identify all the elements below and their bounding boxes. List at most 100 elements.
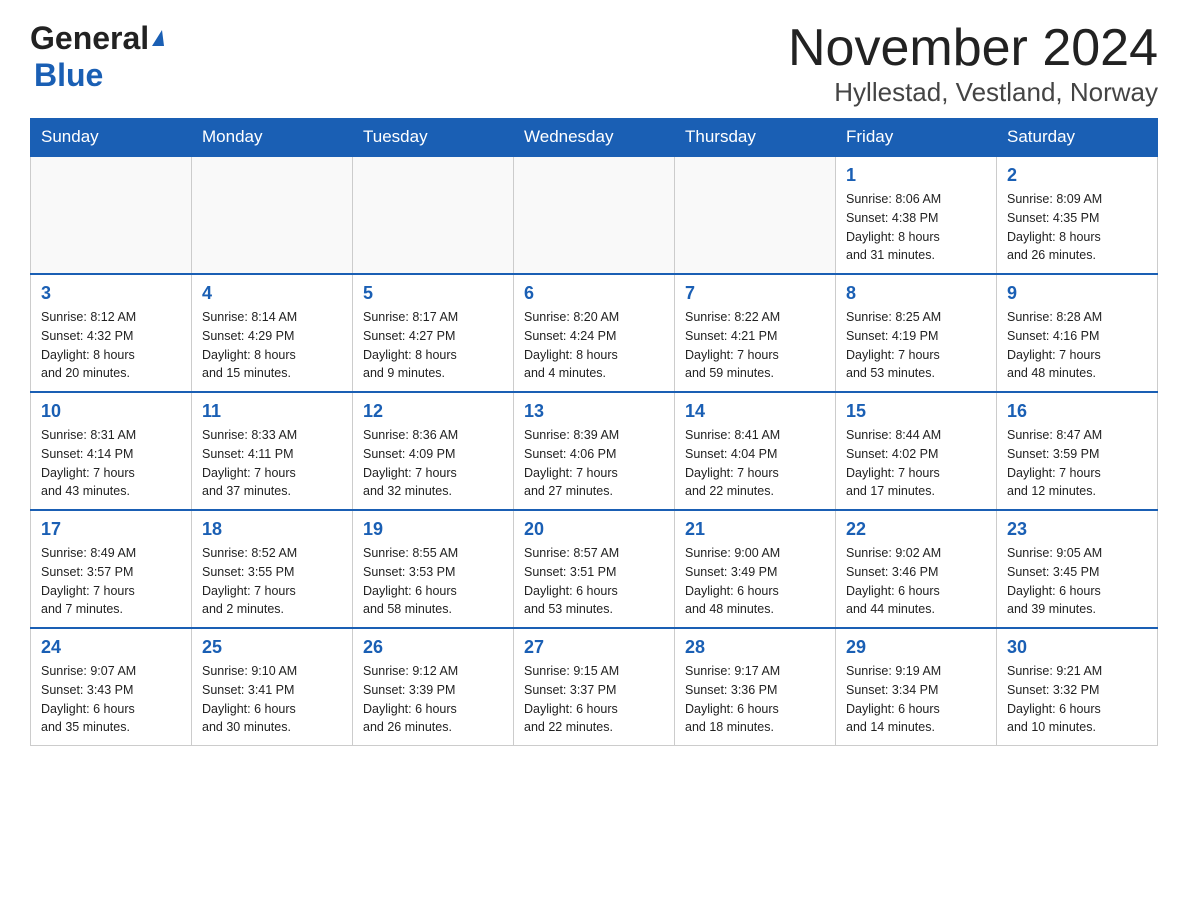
calendar-cell: 1 Sunrise: 8:06 AMSunset: 4:38 PMDaylight… xyxy=(836,156,997,274)
day-info: Sunrise: 8:12 AMSunset: 4:32 PMDaylight:… xyxy=(41,308,181,383)
calendar-cell: 5Sunrise: 8:17 AMSunset: 4:27 PMDaylight… xyxy=(353,274,514,392)
day-header-tuesday: Tuesday xyxy=(353,119,514,157)
day-info: Sunrise: 8:39 AMSunset: 4:06 PMDaylight:… xyxy=(524,426,664,501)
day-info: Sunrise: 9:15 AMSunset: 3:37 PMDaylight:… xyxy=(524,662,664,737)
day-number: 4 xyxy=(202,283,342,304)
calendar-cell: 23 Sunrise: 9:05 AMSunset: 3:45 PMDayligh… xyxy=(997,510,1158,628)
day-info: Sunrise: 8:31 AMSunset: 4:14 PMDaylight:… xyxy=(41,426,181,501)
day-number: 30 xyxy=(1007,637,1147,658)
calendar-cell: 30Sunrise: 9:21 AMSunset: 3:32 PMDayligh… xyxy=(997,628,1158,746)
calendar-cell xyxy=(31,156,192,274)
day-number: 13 xyxy=(524,401,664,422)
logo-triangle-icon xyxy=(152,30,164,46)
calendar-cell: 7 Sunrise: 8:22 AMSunset: 4:21 PMDaylight… xyxy=(675,274,836,392)
calendar-cell: 4 Sunrise: 8:14 AMSunset: 4:29 PMDaylight… xyxy=(192,274,353,392)
day-number: 23 xyxy=(1007,519,1147,540)
day-number: 7 xyxy=(685,283,825,304)
day-number: 17 xyxy=(41,519,181,540)
day-info: Sunrise: 8:47 AMSunset: 3:59 PMDaylight:… xyxy=(1007,426,1147,501)
month-title: November 2024 xyxy=(788,20,1158,77)
calendar-cell: 28 Sunrise: 9:17 AMSunset: 3:36 PMDayligh… xyxy=(675,628,836,746)
calendar-cell: 9 Sunrise: 8:28 AMSunset: 4:16 PMDaylight… xyxy=(997,274,1158,392)
calendar-cell: 2 Sunrise: 8:09 AMSunset: 4:35 PMDaylight… xyxy=(997,156,1158,274)
day-info: Sunrise: 8:57 AMSunset: 3:51 PMDaylight:… xyxy=(524,544,664,619)
day-header-monday: Monday xyxy=(192,119,353,157)
day-info: Sunrise: 8:41 AMSunset: 4:04 PMDaylight:… xyxy=(685,426,825,501)
week-row-2: 3Sunrise: 8:12 AMSunset: 4:32 PMDaylight… xyxy=(31,274,1158,392)
day-number: 29 xyxy=(846,637,986,658)
location-title: Hyllestad, Vestland, Norway xyxy=(788,77,1158,108)
calendar-cell: 25 Sunrise: 9:10 AMSunset: 3:41 PMDayligh… xyxy=(192,628,353,746)
day-number: 24 xyxy=(41,637,181,658)
day-info: Sunrise: 8:28 AMSunset: 4:16 PMDaylight:… xyxy=(1007,308,1147,383)
day-info: Sunrise: 8:22 AMSunset: 4:21 PMDaylight:… xyxy=(685,308,825,383)
day-number: 8 xyxy=(846,283,986,304)
calendar-table: SundayMondayTuesdayWednesdayThursdayFrid… xyxy=(30,118,1158,746)
calendar-cell: 18 Sunrise: 8:52 AMSunset: 3:55 PMDayligh… xyxy=(192,510,353,628)
calendar-cell: 6 Sunrise: 8:20 AMSunset: 4:24 PMDaylight… xyxy=(514,274,675,392)
calendar-cell: 24 Sunrise: 9:07 AMSunset: 3:43 PMDayligh… xyxy=(31,628,192,746)
calendar-cell: 26 Sunrise: 9:12 AMSunset: 3:39 PMDayligh… xyxy=(353,628,514,746)
calendar-cell: 14 Sunrise: 8:41 AMSunset: 4:04 PMDayligh… xyxy=(675,392,836,510)
logo-blue: Blue xyxy=(34,57,103,93)
day-info: Sunrise: 8:06 AMSunset: 4:38 PMDaylight:… xyxy=(846,190,986,265)
title-area: November 2024 Hyllestad, Vestland, Norwa… xyxy=(788,20,1158,108)
day-number: 6 xyxy=(524,283,664,304)
calendar-cell xyxy=(514,156,675,274)
calendar-cell: 19Sunrise: 8:55 AMSunset: 3:53 PMDayligh… xyxy=(353,510,514,628)
day-info: Sunrise: 8:44 AMSunset: 4:02 PMDaylight:… xyxy=(846,426,986,501)
day-header-wednesday: Wednesday xyxy=(514,119,675,157)
calendar-header-row: SundayMondayTuesdayWednesdayThursdayFrid… xyxy=(31,119,1158,157)
day-number: 25 xyxy=(202,637,342,658)
day-number: 28 xyxy=(685,637,825,658)
calendar-cell: 13 Sunrise: 8:39 AMSunset: 4:06 PMDayligh… xyxy=(514,392,675,510)
day-number: 20 xyxy=(524,519,664,540)
calendar-cell: 17Sunrise: 8:49 AMSunset: 3:57 PMDayligh… xyxy=(31,510,192,628)
page-header: General Blue November 2024 Hyllestad, Ve… xyxy=(30,20,1158,108)
day-info: Sunrise: 8:09 AMSunset: 4:35 PMDaylight:… xyxy=(1007,190,1147,265)
calendar-cell: 29 Sunrise: 9:19 AMSunset: 3:34 PMDayligh… xyxy=(836,628,997,746)
day-info: Sunrise: 9:17 AMSunset: 3:36 PMDaylight:… xyxy=(685,662,825,737)
day-number: 21 xyxy=(685,519,825,540)
day-number: 26 xyxy=(363,637,503,658)
day-number: 1 xyxy=(846,165,986,186)
day-number: 22 xyxy=(846,519,986,540)
day-number: 18 xyxy=(202,519,342,540)
calendar-cell: 20 Sunrise: 8:57 AMSunset: 3:51 PMDayligh… xyxy=(514,510,675,628)
day-number: 27 xyxy=(524,637,664,658)
day-info: Sunrise: 8:14 AMSunset: 4:29 PMDaylight:… xyxy=(202,308,342,383)
day-info: Sunrise: 8:52 AMSunset: 3:55 PMDaylight:… xyxy=(202,544,342,619)
day-number: 9 xyxy=(1007,283,1147,304)
calendar-cell: 27 Sunrise: 9:15 AMSunset: 3:37 PMDayligh… xyxy=(514,628,675,746)
calendar-cell xyxy=(353,156,514,274)
day-info: Sunrise: 9:10 AMSunset: 3:41 PMDaylight:… xyxy=(202,662,342,737)
day-number: 15 xyxy=(846,401,986,422)
calendar-cell: 10 Sunrise: 8:31 AMSunset: 4:14 PMDayligh… xyxy=(31,392,192,510)
week-row-1: 1 Sunrise: 8:06 AMSunset: 4:38 PMDaylight… xyxy=(31,156,1158,274)
day-info: Sunrise: 9:12 AMSunset: 3:39 PMDaylight:… xyxy=(363,662,503,737)
day-number: 11 xyxy=(202,401,342,422)
day-number: 16 xyxy=(1007,401,1147,422)
day-header-thursday: Thursday xyxy=(675,119,836,157)
day-info: Sunrise: 9:05 AMSunset: 3:45 PMDaylight:… xyxy=(1007,544,1147,619)
day-number: 10 xyxy=(41,401,181,422)
calendar-cell: 8 Sunrise: 8:25 AMSunset: 4:19 PMDaylight… xyxy=(836,274,997,392)
logo-general: General xyxy=(30,20,149,57)
day-header-saturday: Saturday xyxy=(997,119,1158,157)
day-number: 5 xyxy=(363,283,503,304)
calendar-cell: 12Sunrise: 8:36 AMSunset: 4:09 PMDayligh… xyxy=(353,392,514,510)
day-info: Sunrise: 8:36 AMSunset: 4:09 PMDaylight:… xyxy=(363,426,503,501)
calendar-cell: 16 Sunrise: 8:47 AMSunset: 3:59 PMDayligh… xyxy=(997,392,1158,510)
day-info: Sunrise: 8:25 AMSunset: 4:19 PMDaylight:… xyxy=(846,308,986,383)
week-row-3: 10 Sunrise: 8:31 AMSunset: 4:14 PMDayligh… xyxy=(31,392,1158,510)
day-info: Sunrise: 8:20 AMSunset: 4:24 PMDaylight:… xyxy=(524,308,664,383)
day-info: Sunrise: 9:00 AMSunset: 3:49 PMDaylight:… xyxy=(685,544,825,619)
day-info: Sunrise: 9:02 AMSunset: 3:46 PMDaylight:… xyxy=(846,544,986,619)
day-header-sunday: Sunday xyxy=(31,119,192,157)
day-info: Sunrise: 8:55 AMSunset: 3:53 PMDaylight:… xyxy=(363,544,503,619)
day-info: Sunrise: 9:19 AMSunset: 3:34 PMDaylight:… xyxy=(846,662,986,737)
day-number: 14 xyxy=(685,401,825,422)
calendar-cell: 11Sunrise: 8:33 AMSunset: 4:11 PMDayligh… xyxy=(192,392,353,510)
day-info: Sunrise: 9:07 AMSunset: 3:43 PMDaylight:… xyxy=(41,662,181,737)
day-number: 2 xyxy=(1007,165,1147,186)
